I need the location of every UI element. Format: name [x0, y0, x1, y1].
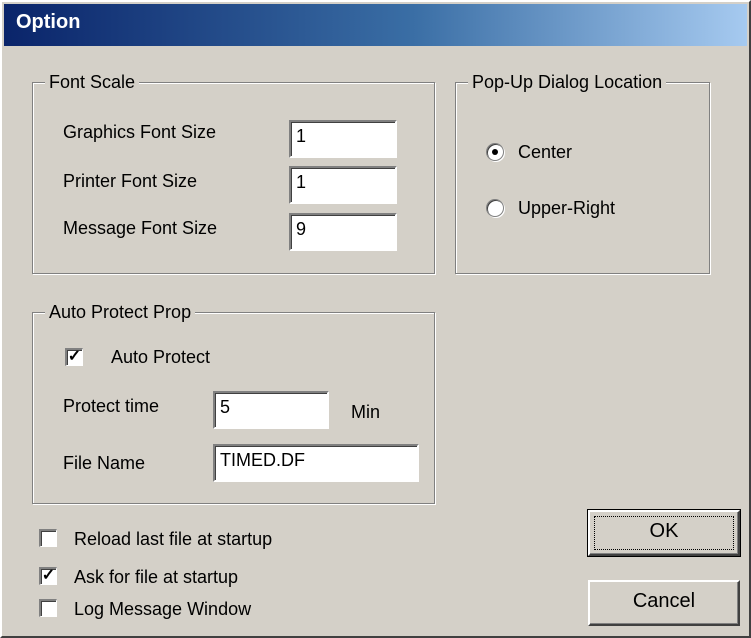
auto-protect-checkbox[interactable]: ✓	[65, 348, 83, 366]
auto-protect-group: Auto Protect Prop ✓ Auto Protect Protect…	[32, 300, 435, 504]
font-scale-legend: Font Scale	[45, 70, 140, 94]
check-mark-icon: ✓	[41, 567, 56, 584]
protect-time-input[interactable]: 5	[213, 391, 329, 429]
message-font-size-input[interactable]: 9	[289, 213, 397, 251]
ok-button-label: OK	[649, 520, 679, 542]
radio-upper-right-label[interactable]: Upper-Right	[518, 197, 615, 219]
reload-last-file-label[interactable]: Reload last file at startup	[74, 528, 272, 550]
font-scale-group: Font Scale Graphics Font Size 1 Printer …	[32, 70, 435, 274]
protect-time-label: Protect time	[63, 396, 160, 416]
graphics-font-size-input[interactable]: 1	[289, 120, 397, 158]
graphics-font-size-label: Graphics Font Size	[63, 122, 217, 142]
radio-center-label[interactable]: Center	[518, 141, 572, 163]
radio-selected-dot	[492, 149, 498, 155]
file-name-label: File Name	[63, 453, 146, 473]
message-font-size-label: Message Font Size	[63, 218, 218, 238]
title-bar[interactable]: Option	[4, 4, 747, 46]
protect-time-unit: Min	[351, 402, 381, 422]
popup-location-legend: Pop-Up Dialog Location	[468, 70, 667, 94]
ask-for-file-label[interactable]: Ask for file at startup	[74, 566, 238, 588]
ok-button[interactable]: OK	[587, 509, 741, 557]
option-dialog: Option Font Scale Graphics Font Size 1 P…	[0, 0, 751, 638]
window-title: Option	[16, 11, 81, 33]
cancel-button-label: Cancel	[632, 590, 696, 612]
reload-last-file-checkbox[interactable]	[39, 529, 57, 547]
file-name-input[interactable]: TIMED.DF	[213, 444, 419, 482]
auto-protect-legend: Auto Protect Prop	[45, 300, 196, 324]
printer-font-size-label: Printer Font Size	[63, 171, 198, 191]
ask-for-file-checkbox[interactable]: ✓	[39, 567, 57, 585]
log-message-window-checkbox[interactable]	[39, 599, 57, 617]
printer-font-size-input[interactable]: 1	[289, 166, 397, 204]
radio-upper-right[interactable]	[486, 199, 504, 217]
popup-location-group: Pop-Up Dialog Location Center Upper-Righ…	[455, 70, 710, 274]
cancel-button[interactable]: Cancel	[588, 580, 740, 626]
radio-center[interactable]	[486, 143, 504, 161]
check-mark-icon: ✓	[67, 348, 82, 365]
log-message-window-label[interactable]: Log Message Window	[74, 598, 251, 620]
auto-protect-label[interactable]: Auto Protect	[111, 346, 210, 368]
